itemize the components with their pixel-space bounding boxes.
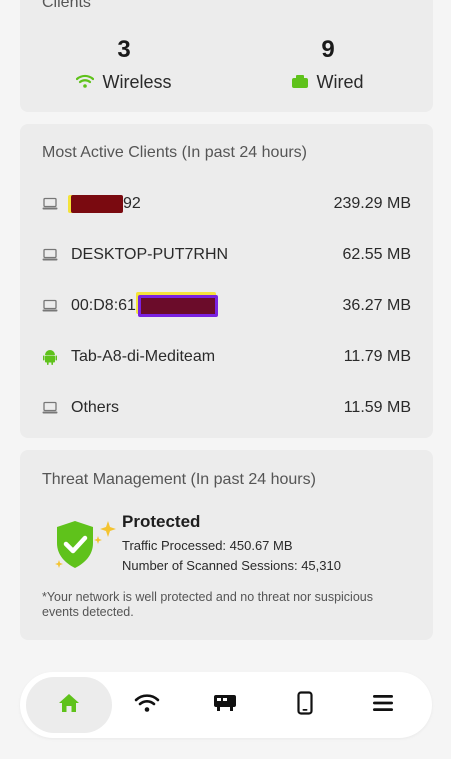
traffic-processed: Traffic Processed: 450.67 MB — [122, 538, 293, 553]
laptop-icon — [42, 247, 58, 263]
threat-title: Threat Management (In past 24 hours) — [42, 471, 316, 488]
wireless-count: 3 — [117, 36, 131, 63]
client-usage: 239.29 MB — [333, 195, 411, 212]
redacted-name-mark — [71, 194, 123, 213]
android-icon — [42, 349, 58, 365]
protection-status: Protected — [122, 512, 201, 531]
client-row[interactable]: 00:D8:61 36.27 MB — [20, 286, 433, 326]
laptop-icon — [42, 298, 58, 314]
client-name: DESKTOP-PUT7RHN — [71, 246, 229, 263]
wired-count: 9 — [321, 36, 335, 63]
menu-icon — [372, 694, 394, 717]
mobile-icon — [297, 690, 313, 720]
client-row[interactable]: Tab-A8-di-Mediteam 11.79 MB — [20, 337, 433, 377]
client-row[interactable]: 92 239.29 MB — [20, 184, 433, 224]
wired-label: Wired — [316, 72, 364, 92]
clients-card-title: Clients — [42, 0, 91, 11]
threat-management-card: Threat Management (In past 24 hours) Pro… — [20, 450, 433, 640]
active-clients-title: Most Active Clients (In past 24 hours) — [42, 144, 307, 161]
shield-check-icon — [52, 518, 122, 579]
ethernet-icon — [292, 72, 309, 93]
client-name: 00:D8:61 — [71, 297, 136, 315]
nav-devices[interactable] — [182, 677, 268, 733]
most-active-clients-card: Most Active Clients (In past 24 hours) 9… — [20, 124, 433, 438]
wireless-label: Wireless — [102, 72, 172, 92]
client-row[interactable]: DESKTOP-PUT7RHN 62.55 MB — [20, 235, 433, 275]
home-icon — [58, 693, 80, 718]
client-name: Others — [71, 399, 120, 416]
wireless-stat[interactable]: 3 Wireless — [34, 36, 214, 93]
nav-menu[interactable] — [340, 677, 426, 733]
devices-icon — [213, 693, 237, 718]
clients-summary-card: Clients 3 Wireless 9 Wired — [20, 0, 433, 112]
client-usage: 11.79 MB — [343, 348, 411, 365]
redacted-name-mark — [137, 295, 218, 317]
laptop-icon — [42, 400, 58, 416]
wired-stat[interactable]: 9 Wired — [238, 36, 418, 93]
scanned-sessions: Number of Scanned Sessions: 45,310 — [122, 558, 341, 573]
client-row[interactable]: Others 11.59 MB — [20, 388, 433, 428]
client-usage: 36.27 MB — [342, 297, 411, 314]
laptop-icon — [42, 196, 58, 212]
threat-note: *Your network is well protected and no t… — [42, 590, 373, 619]
nav-wifi[interactable] — [104, 677, 190, 733]
client-usage: 11.59 MB — [343, 399, 411, 416]
wifi-icon — [76, 72, 95, 93]
client-name: Tab-A8-di-Mediteam — [71, 348, 216, 365]
bottom-nav — [20, 672, 432, 738]
client-name: 92 — [123, 195, 141, 213]
wifi-icon — [134, 693, 160, 718]
nav-mobile[interactable] — [262, 677, 348, 733]
nav-home[interactable] — [26, 677, 112, 733]
client-usage: 62.55 MB — [342, 246, 411, 263]
